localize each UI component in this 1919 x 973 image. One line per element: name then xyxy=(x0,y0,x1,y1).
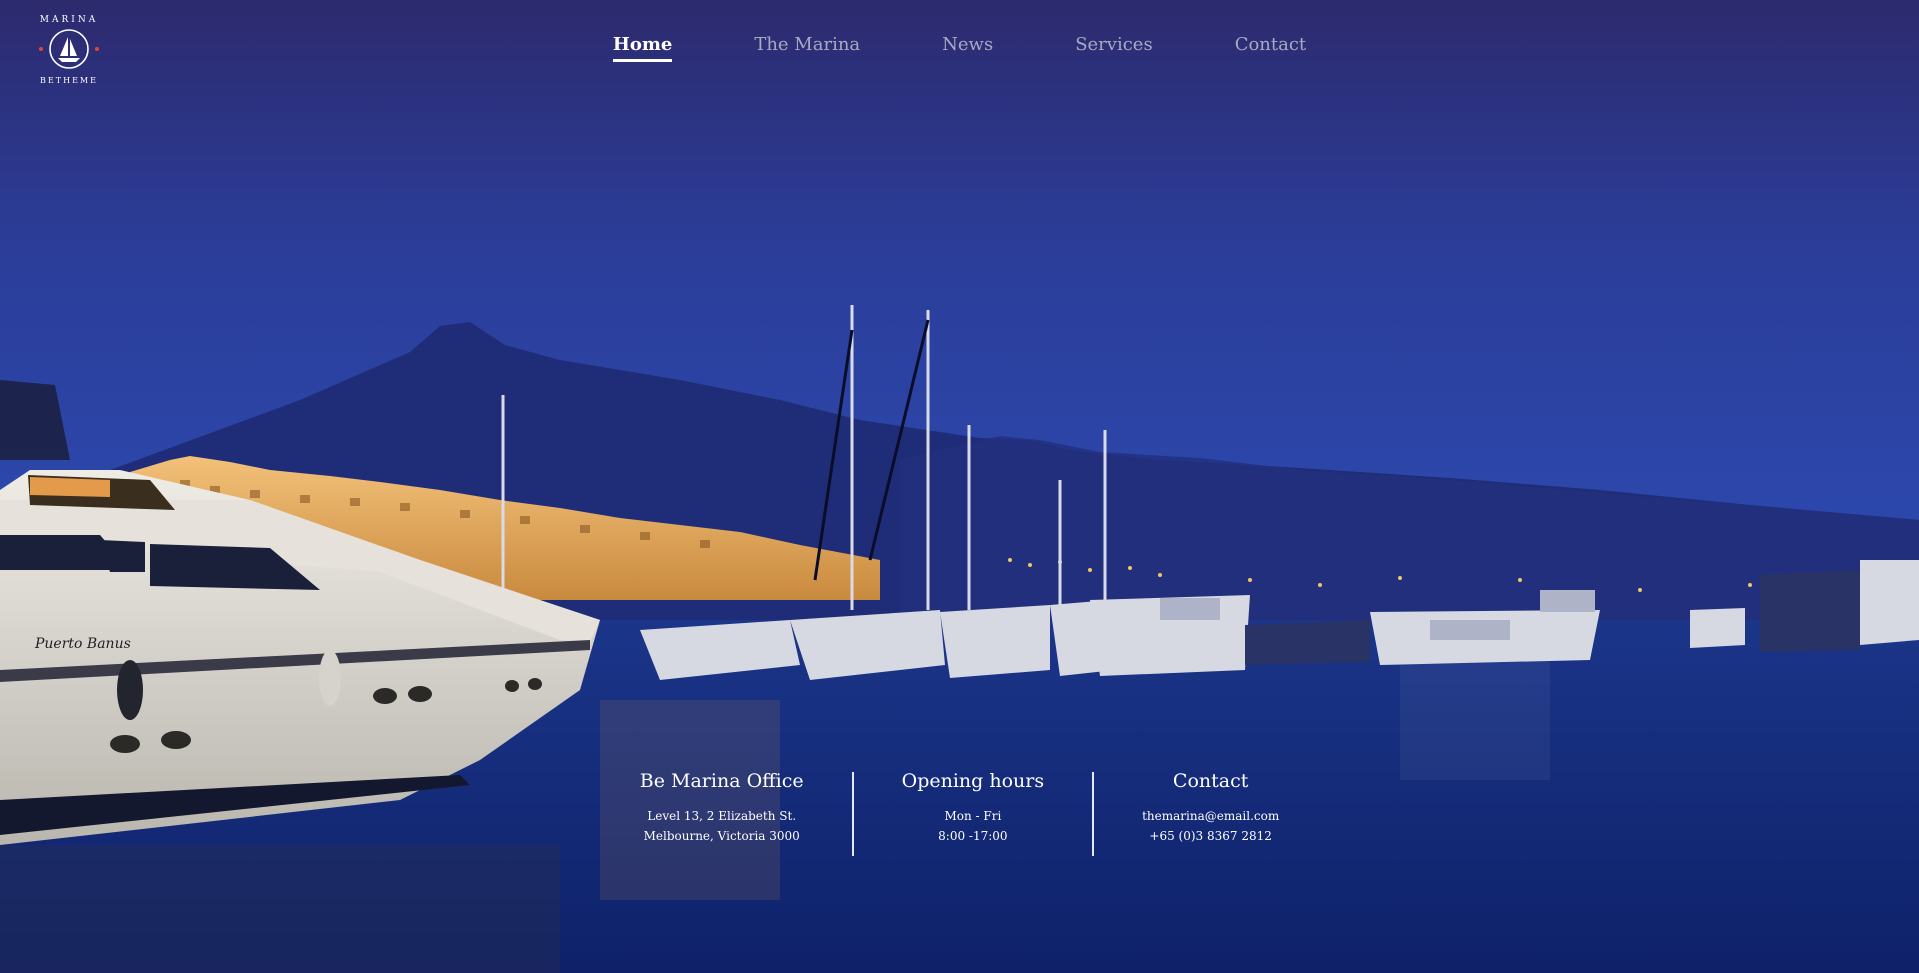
hours-block: Opening hours Mon - Fri 8:00 -17:00 xyxy=(854,770,1092,856)
hours-title: Opening hours xyxy=(901,770,1045,792)
contact-title: Contact xyxy=(1172,770,1249,792)
logo-top-text: MARINA xyxy=(40,15,98,25)
nav-home[interactable]: Home xyxy=(612,34,673,62)
contact-email[interactable]: themarina@email.com xyxy=(1142,806,1279,826)
logo-bottom-text: BETHEME xyxy=(40,76,98,85)
yacht-name-text: Puerto Banus xyxy=(34,636,131,652)
nav-services[interactable]: Services xyxy=(1075,34,1152,62)
office-title: Be Marina Office xyxy=(639,770,804,792)
nav-contact[interactable]: Contact xyxy=(1235,34,1306,62)
nav-the-marina[interactable]: The Marina xyxy=(754,34,860,62)
office-block: Be Marina Office Level 13, 2 Elizabeth S… xyxy=(592,770,852,856)
hours-days: Mon - Fri xyxy=(944,809,1002,823)
nav-news[interactable]: News xyxy=(942,34,993,62)
contact-phone[interactable]: +65 (0)3 8367 2812 xyxy=(1142,826,1279,846)
office-address-line1: Level 13, 2 Elizabeth St. xyxy=(647,809,797,823)
main-navigation: Home The Marina News Services Contact xyxy=(0,34,1919,62)
contact-block: Contact themarina@email.com +65 (0)3 836… xyxy=(1094,770,1327,856)
info-bar: Be Marina Office Level 13, 2 Elizabeth S… xyxy=(0,770,1919,856)
hours-time: 8:00 -17:00 xyxy=(938,829,1008,843)
office-address-line2: Melbourne, Victoria 3000 xyxy=(643,829,800,843)
